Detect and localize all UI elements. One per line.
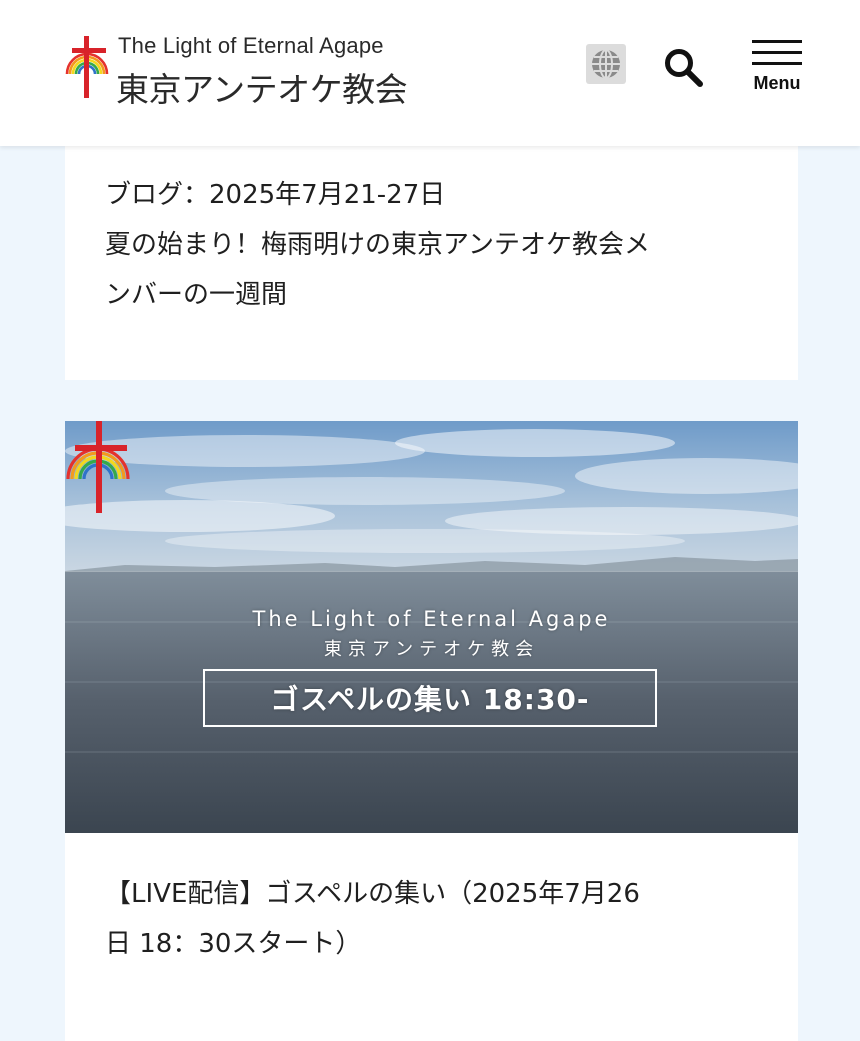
rainbow-cross-icon [66, 421, 130, 513]
search-button[interactable] [662, 46, 706, 90]
post-title-line: 日 18：30スタート） [105, 929, 362, 959]
hamburger-menu-icon [752, 40, 802, 43]
logo-english-text: The Light of Eternal Agape [118, 33, 384, 58]
thumbnail-japanese-text: 東京アンテオケ教会 [323, 639, 540, 660]
hamburger-menu-bar [752, 62, 802, 65]
post-title-line: ブログ：2025年7月21-27日 [105, 180, 446, 210]
post-card[interactable]: ブログ：2025年7月21-27日 夏の始まり！梅雨明けの東京アンテオケ教会メ … [65, 146, 798, 380]
post-title[interactable]: ブログ：2025年7月21-27日 夏の始まり！梅雨明けの東京アンテオケ教会メ … [105, 170, 765, 320]
logo-japanese-text: 東京アンテオケ教会 [116, 70, 408, 109]
site-header: The Light of Eternal Agape 東京アンテオケ教会 Men… [0, 0, 860, 146]
post-title-line: 【LIVE配信】ゴスペルの集い（2025年7月26 [105, 879, 640, 909]
post-title-line: 夏の始まり！梅雨明けの東京アンテオケ教会メ [105, 230, 650, 260]
post-title[interactable]: 【LIVE配信】ゴスペルの集い（2025年7月26 日 18：30スタート） [105, 869, 765, 969]
menu-label: Menu [753, 73, 801, 93]
post-card[interactable]: The Light of Eternal Agape 東京アンテオケ教会 ゴスペ… [65, 421, 798, 1041]
hamburger-menu-bar [752, 51, 802, 54]
post-thumbnail[interactable]: The Light of Eternal Agape 東京アンテオケ教会 ゴスペ… [65, 421, 798, 833]
search-icon [665, 49, 703, 87]
menu-button[interactable]: Menu [748, 38, 806, 98]
rainbow-cross-logo-icon [65, 36, 109, 98]
post-title-line: ンバーの一週間 [105, 280, 288, 310]
thumbnail-caption-box: ゴスペルの集い 18:30- [203, 669, 657, 727]
language-button[interactable] [586, 44, 626, 84]
site-logo[interactable]: The Light of Eternal Agape 東京アンテオケ教会 [64, 33, 444, 109]
thumbnail-english-text: The Light of Eternal Agape [252, 607, 611, 631]
globe-icon [592, 49, 620, 79]
